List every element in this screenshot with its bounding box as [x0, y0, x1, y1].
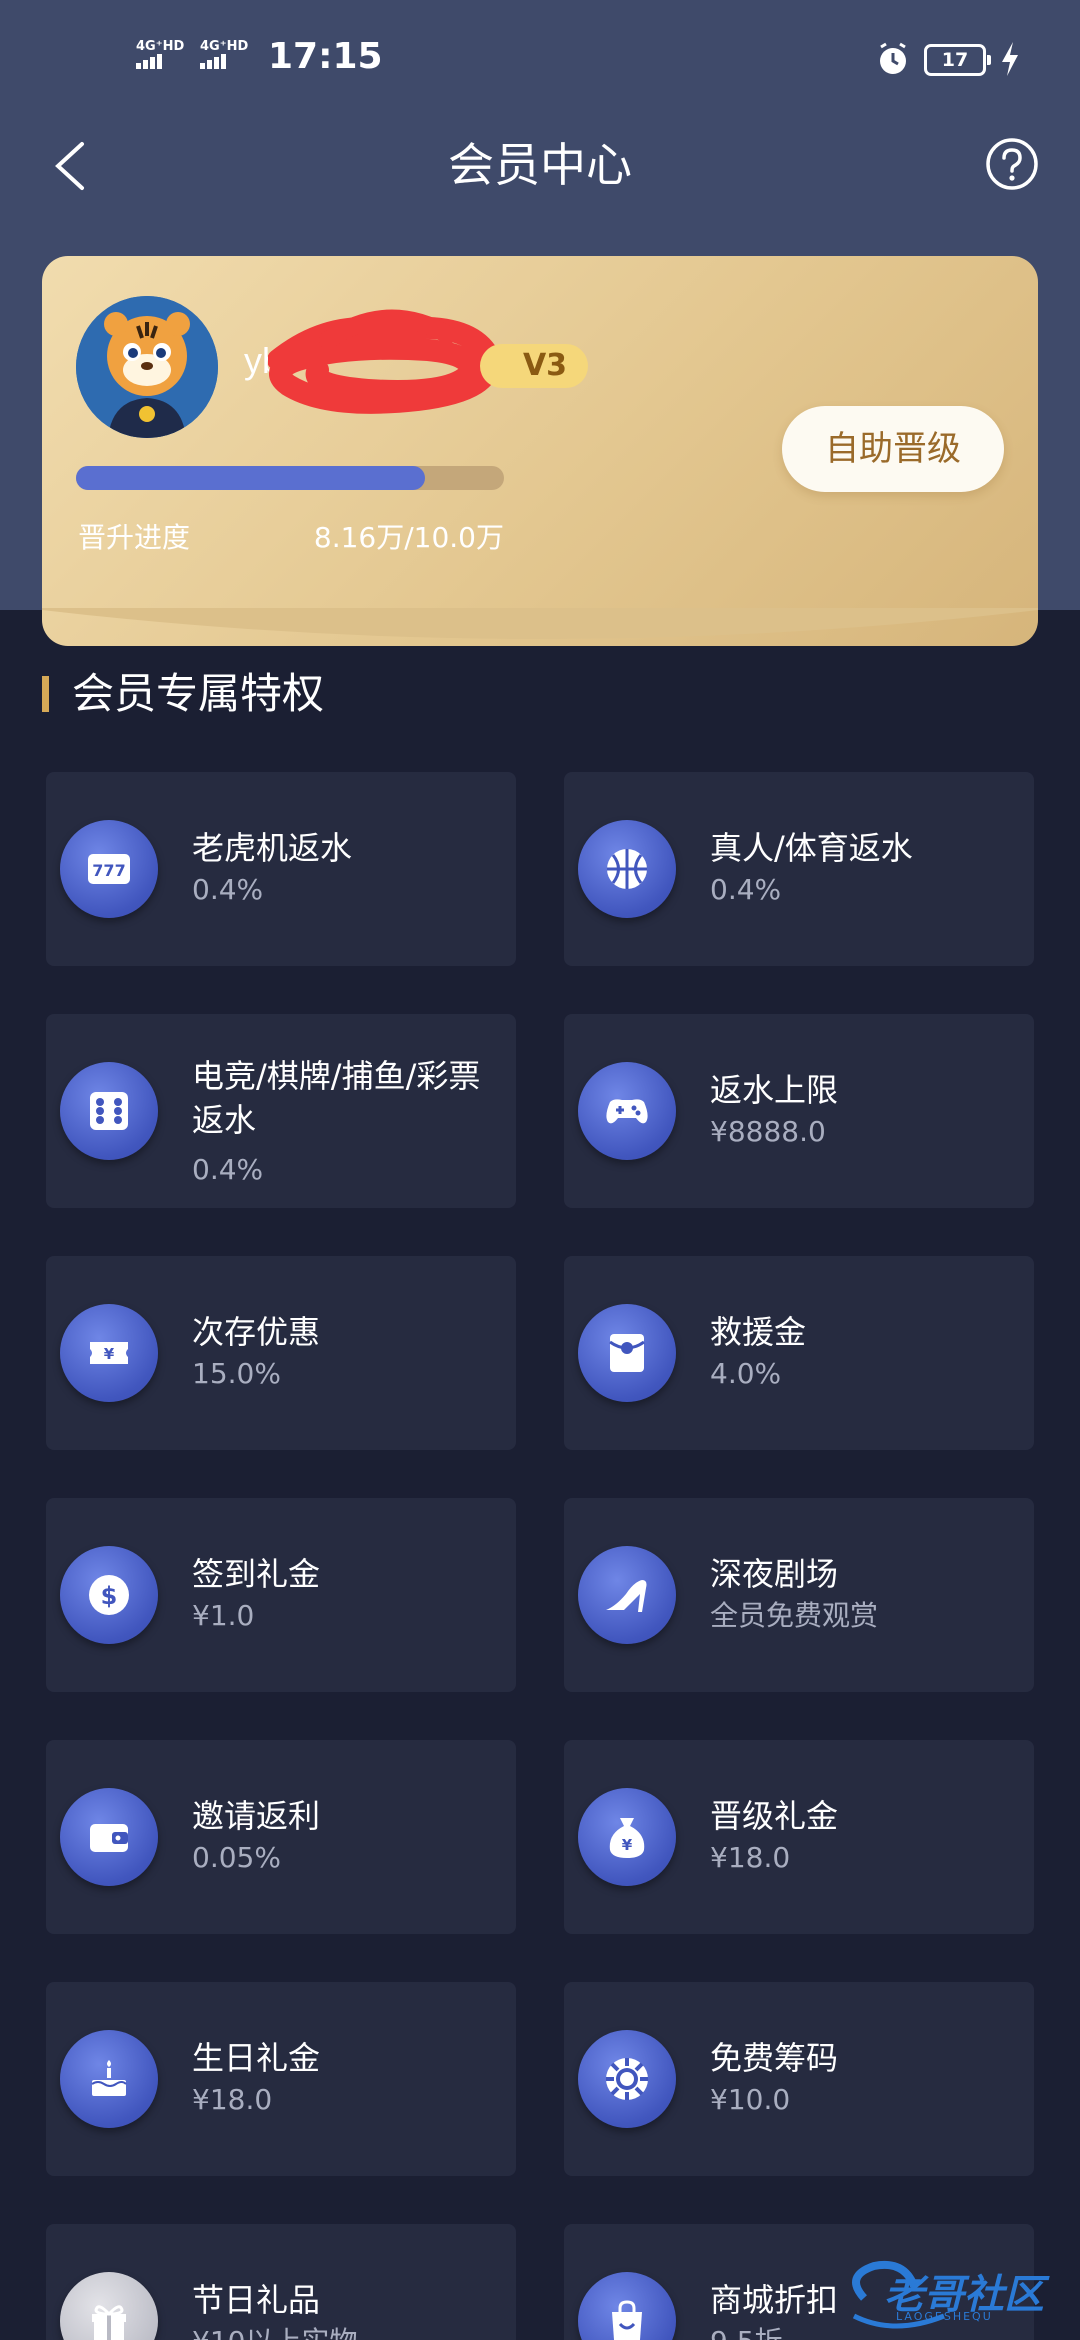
privilege-tile[interactable]: 深夜剧场 全员免费观赏 — [564, 1498, 1034, 1692]
alarm-icon — [880, 42, 906, 74]
signal-bars-icon — [136, 54, 164, 69]
privilege-title: 节日礼品 — [192, 2281, 321, 2319]
card-bottom-curve — [42, 608, 1038, 639]
signal-bars-icon — [200, 54, 228, 69]
charging-bolt-icon — [1002, 42, 1018, 76]
section-title-accent — [42, 676, 49, 712]
basketball-icon — [578, 820, 676, 918]
privilege-title: 返水上限 — [710, 1071, 839, 1109]
privilege-title: 邀请返利 — [192, 1797, 321, 1835]
privilege-value: ¥18.0 — [710, 1841, 791, 1874]
money-bag-icon: ¥ — [578, 1788, 676, 1886]
privilege-title: 救援金 — [710, 1313, 807, 1351]
privilege-tile[interactable]: 777 老虎机返水 0.4% — [46, 772, 516, 966]
status-bar: 4G⁺HD 4G⁺HD 17:15 17 — [0, 0, 1080, 120]
level-badge: V3 — [480, 344, 588, 388]
privilege-tile[interactable]: ¥ 次存优惠 15.0% — [46, 1256, 516, 1450]
privilege-title: 免费筹码 — [710, 2039, 839, 2077]
watermark-subtext: LAOGESHEQU — [896, 2310, 993, 2323]
privilege-tile[interactable]: 节日礼品 ¥10以上实物 — [46, 2224, 516, 2340]
nav-bar: 会员中心 — [0, 120, 1080, 210]
privilege-value: ¥10.0 — [710, 2083, 791, 2116]
red-envelope-icon — [578, 1304, 676, 1402]
svg-text:¥: ¥ — [622, 1836, 633, 1854]
wallet-icon — [60, 1788, 158, 1886]
privilege-tile[interactable]: ¥ 晋级礼金 ¥18.0 — [564, 1740, 1034, 1934]
privilege-title: 签到礼金 — [192, 1555, 321, 1593]
privilege-value: ¥18.0 — [192, 2083, 273, 2116]
privilege-tile[interactable]: 救援金 4.0% — [564, 1256, 1034, 1450]
upgrade-progress-bar — [76, 466, 504, 490]
help-icon[interactable] — [984, 136, 1040, 192]
status-time: 17:15 — [268, 36, 383, 77]
privilege-tile[interactable]: 返水上限 ¥8888.0 — [564, 1014, 1034, 1208]
privilege-value: 0.4% — [192, 1153, 264, 1186]
privilege-tile[interactable]: 真人/体育返水 0.4% — [564, 772, 1034, 966]
privilege-value: ¥1.0 — [192, 1599, 255, 1632]
self-upgrade-button[interactable]: 自助晋级 — [782, 406, 1004, 492]
svg-text:¥: ¥ — [104, 1345, 115, 1363]
privilege-title: 次存优惠 — [192, 1313, 321, 1351]
ticket-yen-icon: ¥ — [60, 1304, 158, 1402]
privilege-value: 4.0% — [710, 1357, 782, 1390]
signal-1: 4G⁺HD — [136, 40, 184, 69]
upgrade-progress-fill — [76, 466, 426, 490]
privilege-title: 真人/体育返水 — [710, 829, 913, 867]
privilege-value: ¥10以上实物 — [192, 2324, 357, 2340]
privilege-value: 0.4% — [192, 873, 264, 906]
progress-value: 8.16万/10.0万 — [313, 521, 504, 554]
privilege-title: 晋级礼金 — [710, 1797, 839, 1835]
privilege-tile[interactable]: 电竞/棋牌/捕鱼/彩票返水 0.4% — [46, 1014, 516, 1208]
signal-2: 4G⁺HD — [200, 40, 248, 69]
privilege-tile[interactable]: 邀请返利 0.05% — [46, 1740, 516, 1934]
privilege-value: 0.4% — [710, 873, 782, 906]
network-type-1: 4G⁺HD — [136, 39, 185, 54]
progress-label: 晋升进度 — [78, 521, 191, 554]
privilege-value: 9.5折 — [710, 2324, 783, 2340]
shopping-bag-icon — [578, 2272, 676, 2340]
tiger-avatar-icon — [76, 296, 218, 438]
svg-text:$: $ — [101, 1582, 118, 1610]
dice-icon — [60, 1062, 158, 1160]
privilege-value: 0.05% — [192, 1841, 281, 1874]
birthday-cake-icon — [60, 2030, 158, 2128]
svg-text:777: 777 — [92, 861, 125, 880]
privilege-value: 全员免费观赏 — [710, 1599, 879, 1632]
privilege-title: 深夜剧场 — [710, 1555, 839, 1593]
redaction-scribble — [268, 309, 501, 414]
high-heel-icon — [578, 1546, 676, 1644]
network-type-2: 4G⁺HD — [200, 39, 249, 54]
chip-icon — [578, 2030, 676, 2128]
privilege-value: 15.0% — [192, 1357, 281, 1390]
page-title: 会员中心 — [448, 138, 632, 192]
privilege-title: 老虎机返水 — [192, 829, 353, 867]
gift-icon — [60, 2272, 158, 2340]
privilege-value: ¥8888.0 — [710, 1115, 826, 1148]
gamepad-icon — [578, 1062, 676, 1160]
privilege-tile[interactable]: $ 签到礼金 ¥1.0 — [46, 1498, 516, 1692]
slot-777-icon: 777 — [60, 820, 158, 918]
privilege-title: 生日礼金 — [192, 2039, 321, 2077]
avatar[interactable] — [76, 296, 218, 438]
battery-indicator: 17 — [924, 44, 991, 76]
section-title: 会员专属特权 — [72, 669, 325, 718]
dollar-coin-icon: $ — [60, 1546, 158, 1644]
privilege-title: 电竞/棋牌/捕鱼/彩票返水 — [192, 1057, 481, 1139]
privilege-tile[interactable]: 生日礼金 ¥18.0 — [46, 1982, 516, 2176]
privilege-tile[interactable]: 免费筹码 ¥10.0 — [564, 1982, 1034, 2176]
